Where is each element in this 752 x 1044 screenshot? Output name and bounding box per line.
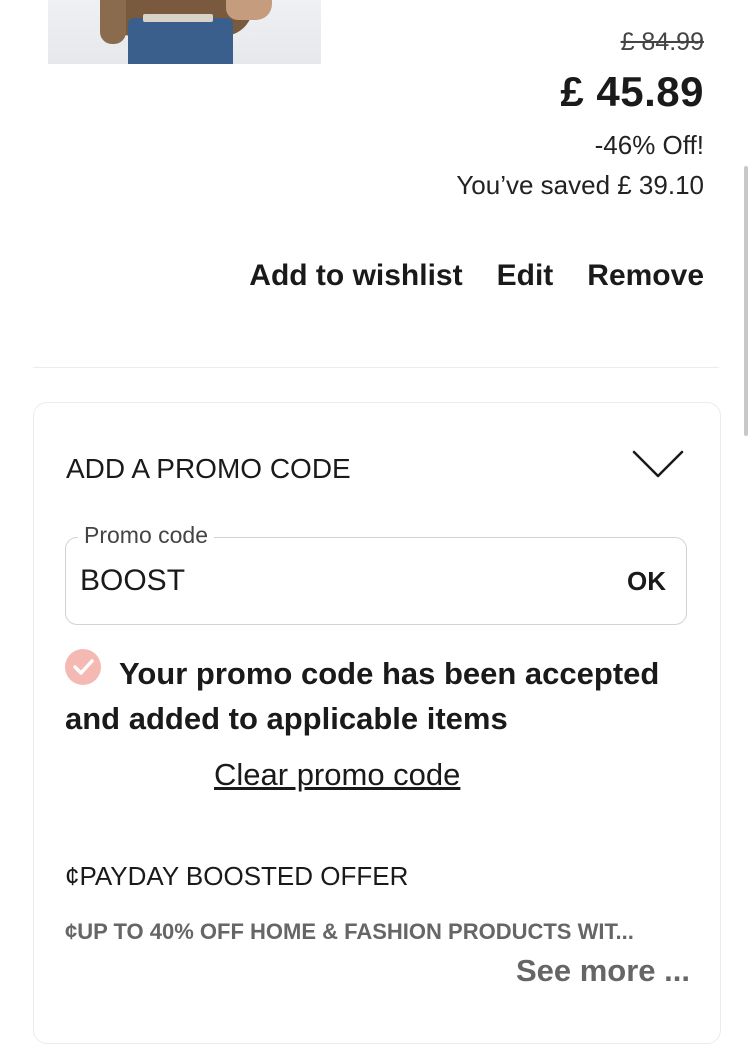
promo-accepted-message: Your promo code has been accepted and ad…: [65, 656, 660, 736]
promo-code-field: Promo code OK: [65, 522, 687, 625]
product-image: [48, 0, 321, 64]
saved-amount: You’ve saved £ 39.10: [456, 170, 704, 200]
chevron-down-icon[interactable]: [632, 449, 684, 479]
scrollbar[interactable]: [744, 166, 748, 436]
offer-title: ¢PAYDAY BOOSTED OFFER: [65, 861, 409, 891]
clear-promo-link[interactable]: Clear promo code: [214, 757, 460, 793]
remove-button[interactable]: Remove: [587, 259, 704, 293]
item-actions: Add to wishlist Edit Remove: [249, 259, 704, 293]
sale-price: £ 45.89: [560, 68, 704, 115]
add-to-wishlist-button[interactable]: Add to wishlist: [249, 259, 462, 293]
discount-percent: -46% Off!: [594, 130, 704, 160]
original-price: £ 84.99: [620, 28, 704, 56]
promo-field-label: Promo code: [78, 522, 215, 549]
offer-description: ¢UP TO 40% OFF HOME & FASHION PRODUCTS W…: [65, 919, 634, 944]
promo-section-title: ADD A PROMO CODE: [66, 453, 351, 484]
divider: [33, 367, 719, 368]
promo-code-section: ADD A PROMO CODE Promo code OK Your prom…: [33, 402, 721, 1044]
edit-button[interactable]: Edit: [497, 259, 554, 293]
promo-code-input[interactable]: [78, 560, 562, 602]
apply-promo-button[interactable]: OK: [627, 566, 666, 597]
see-more-link[interactable]: See more ...: [516, 953, 690, 989]
